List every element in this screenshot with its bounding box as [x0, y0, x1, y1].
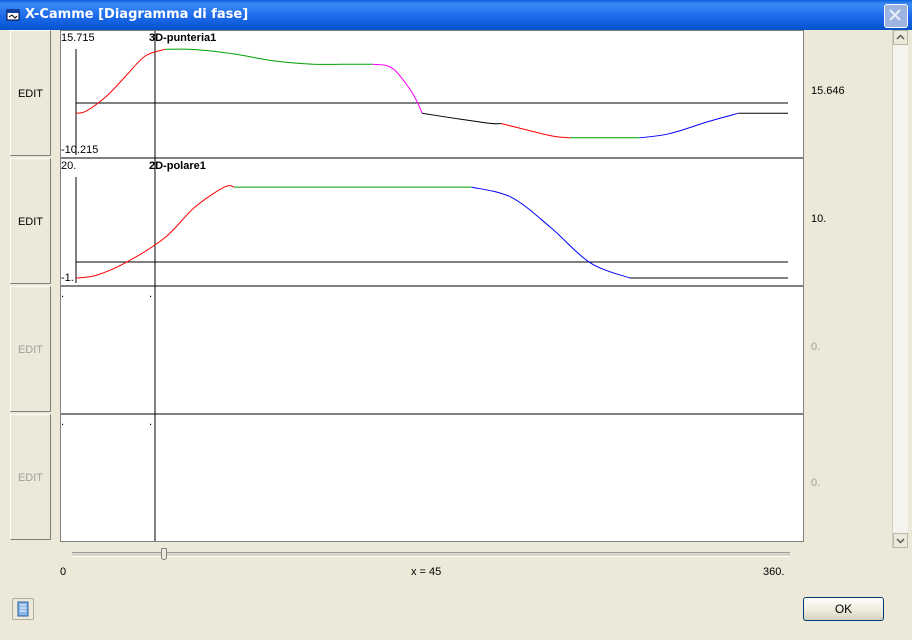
panel-4-ymax: . — [61, 416, 65, 428]
close-button[interactable] — [884, 4, 908, 28]
window-title: X-Camme [Diagramma di fase] — [25, 7, 249, 22]
app-icon — [6, 9, 20, 21]
title-bar: X-Camme [Diagramma di fase] — [0, 0, 912, 30]
slider-thumb[interactable] — [161, 548, 167, 560]
document-button[interactable] — [12, 598, 34, 620]
panel-1-ymax: 15.715 — [61, 32, 95, 44]
panel-1-title: 3D-punteria1 — [149, 32, 217, 44]
chart-1-series-4 — [422, 112, 502, 125]
edit-column: EDIT EDIT EDIT EDIT — [10, 30, 52, 542]
scroll-down-button[interactable] — [893, 533, 908, 548]
slider-track[interactable] — [72, 552, 790, 557]
chart-1-series-7 — [639, 112, 739, 139]
panel-1-current-value: 15.646 — [811, 85, 845, 97]
panel-2-current-value: 10. — [811, 213, 827, 225]
chart-1-series-5 — [501, 123, 571, 139]
edit-button-panel-1[interactable]: EDIT — [10, 30, 51, 156]
edit-button-panel-4: EDIT — [10, 414, 51, 540]
panel-4-title-marker: . — [149, 416, 153, 428]
phase-diagram-area: 15.715 3D-punteria1 -10.215 20. 2D-polar… — [60, 30, 804, 542]
phase-diagram-svg — [61, 31, 803, 541]
main-window: X-Camme [Diagramma di fase] EDIT EDIT ED… — [0, 0, 912, 640]
document-icon — [17, 601, 29, 617]
ok-button[interactable]: OK — [803, 597, 884, 621]
x-position-slider[interactable] — [60, 548, 792, 562]
x-current-label: x = 45 — [411, 566, 442, 578]
panel-4-current-value: 0. — [811, 477, 821, 489]
chart-2-series-3 — [471, 186, 630, 279]
scroll-up-button[interactable] — [893, 30, 908, 45]
close-icon — [889, 9, 901, 21]
panel-3-current-value: 0. — [811, 341, 821, 353]
panel-2-title: 2D-polare1 — [149, 160, 206, 172]
panel-1-ymin: -10.215 — [61, 144, 99, 156]
up-arrow-icon — [896, 34, 905, 40]
x-min-label: 0 — [60, 566, 67, 578]
panel-3-ymax: . — [61, 288, 65, 300]
edit-button-panel-2[interactable]: EDIT — [10, 158, 51, 284]
chart-1-series-3 — [372, 63, 423, 114]
vertical-scrollbar[interactable] — [892, 30, 908, 548]
panel-3-title-marker: . — [149, 288, 153, 300]
panel-2-ymax: 20. — [61, 160, 77, 172]
edit-button-panel-3: EDIT — [10, 286, 51, 412]
down-arrow-icon — [896, 538, 905, 544]
x-max-label: 360. — [763, 566, 785, 578]
chart-1-series-1 — [75, 48, 166, 114]
panel-2-ymin: -1. — [61, 272, 74, 284]
chart-1-series-2 — [164, 48, 373, 65]
